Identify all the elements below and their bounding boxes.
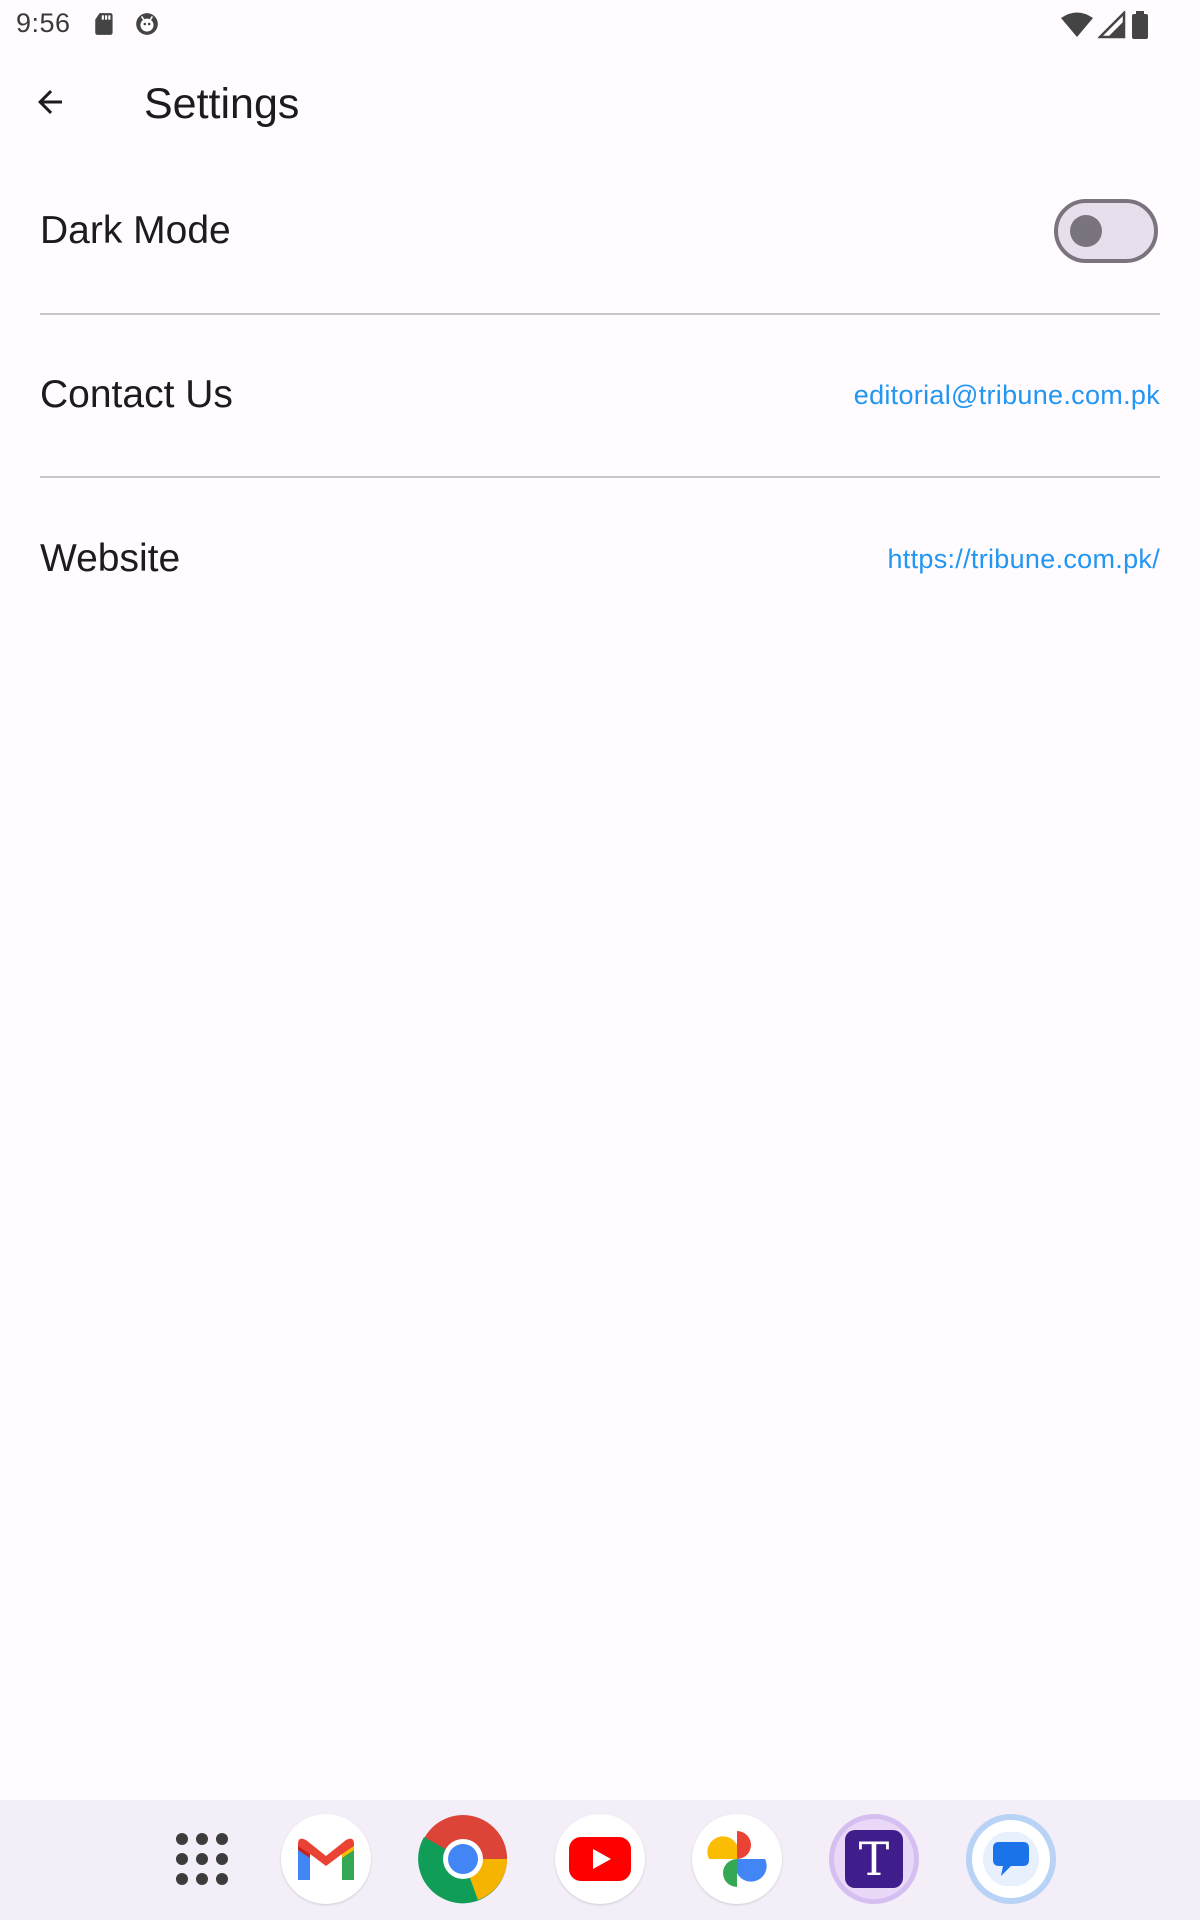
tribune-logo-letter: T [858,1832,890,1886]
app-bar: Settings [0,48,1200,160]
sd-card-icon [92,11,118,37]
status-time: 9:56 [16,8,71,38]
website-row: Website https://tribune.com.pk/ [40,477,1160,641]
messages-icon[interactable] [966,1814,1056,1904]
wifi-icon [1060,11,1094,44]
dark-mode-label: Dark Mode [40,209,231,252]
contact-email-link[interactable]: editorial@tribune.com.pk [854,380,1160,411]
switch-thumb [1070,215,1102,247]
battery-icon [1130,10,1150,45]
website-link[interactable]: https://tribune.com.pk/ [887,544,1160,575]
tribune-app-icon[interactable]: T [829,1814,919,1904]
chrome-icon[interactable] [418,1814,508,1904]
google-photos-icon[interactable] [692,1814,782,1904]
contact-us-label: Contact Us [40,373,233,416]
back-button[interactable] [22,76,78,132]
dark-mode-switch[interactable] [1054,199,1158,263]
settings-screen: 9:56 Settings Dark Mode Contact Us edito… [0,0,1200,1920]
status-right-icons [1060,9,1150,45]
app-drawer-icon[interactable] [157,1814,247,1904]
contact-us-row: Contact Us editorial@tribune.com.pk [40,313,1160,477]
website-label: Website [40,537,181,580]
tribune-logo-tile: T [845,1830,903,1888]
dock: T [0,1800,1200,1920]
dark-mode-row: Dark Mode [40,149,1160,313]
cellular-signal-icon [1096,9,1126,44]
android-debug-icon [134,11,160,37]
youtube-icon[interactable] [555,1814,645,1904]
page-title: Settings [144,80,300,128]
status-bar: 9:56 [0,0,1200,48]
arrow-back-icon [32,84,68,125]
gmail-icon[interactable] [281,1814,371,1904]
